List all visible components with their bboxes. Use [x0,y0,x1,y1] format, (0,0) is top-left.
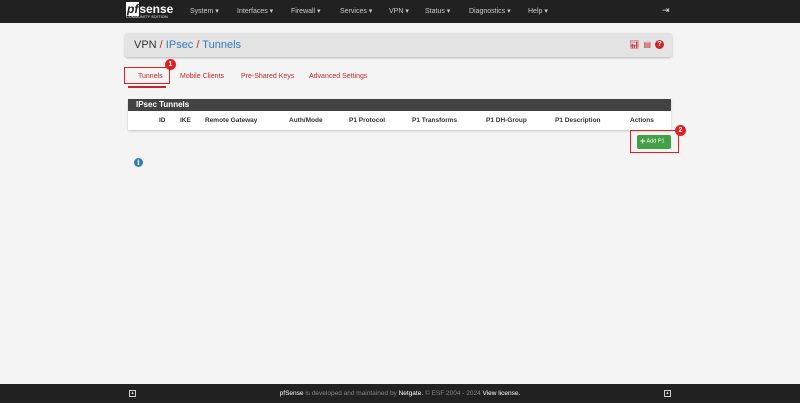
active-tab-underline [128,86,166,88]
col-remote-gateway: Remote Gateway [205,117,258,124]
top-navbar: pfsense COMMUNITY EDITION System ▾ Inter… [0,0,800,23]
breadcrumb: VPN / IPsec / Tunnels 📊︎ ▤ ? [125,33,672,57]
annotation-box-2 [630,130,679,153]
breadcrumb-vpn: VPN [134,39,157,51]
menu-help[interactable]: Help ▾ [528,7,548,15]
menu-firewall[interactable]: Firewall ▾ [291,7,321,15]
col-p1-protocol: P1 Protocol [349,117,386,124]
breadcrumb-tunnels[interactable]: Tunnels [202,39,241,51]
annotation-box-1 [124,67,170,84]
list-icon[interactable]: ▤ [643,40,651,49]
breadcrumb-ipsec[interactable]: IPsec [166,39,194,51]
col-p1-dh-group: P1 DH-Group [486,117,527,124]
col-auth-mode: Auth/Mode [289,117,323,124]
chart-icon[interactable]: 📊︎ [629,40,639,49]
menu-system[interactable]: System ▾ [190,7,219,15]
view-license-link[interactable]: View license. [483,390,521,397]
footer: ▴ pfSense is developed and maintained by… [0,384,800,403]
col-p1-description: P1 Description [555,117,601,124]
menu-services[interactable]: Services ▾ [340,7,372,15]
annotation-badge-2: 2 [675,125,686,136]
col-ike: IKE [180,117,191,124]
annotation-badge-1: 1 [165,59,176,70]
tab-advanced-settings[interactable]: Advanced Settings [309,73,367,80]
scroll-top-icon[interactable]: ▴ [129,390,136,397]
info-icon[interactable]: i [134,158,143,167]
netgate-link[interactable]: Netgate. [399,390,424,397]
menu-diagnostics[interactable]: Diagnostics ▾ [469,7,511,15]
col-p1-transforms: P1 Transforms [412,117,458,124]
scroll-top-icon-right[interactable]: ▴ [664,390,671,397]
menu-vpn[interactable]: VPN ▾ [389,7,409,15]
pfsense-logo[interactable]: pfsense COMMUNITY EDITION [126,2,173,20]
help-icon[interactable]: ? [655,40,664,49]
panel-title: IPsec Tunnels [128,99,671,111]
tab-pre-shared-keys[interactable]: Pre-Shared Keys [241,73,294,80]
menu-status[interactable]: Status ▾ [425,7,450,15]
sign-out-icon[interactable]: ⇥ [662,5,670,16]
ipsec-tunnels-panel: IPsec Tunnels ID IKE Remote Gateway Auth… [128,99,671,130]
col-id: ID [159,117,166,124]
menu-interfaces[interactable]: Interfaces ▾ [237,7,273,15]
col-actions: Actions [630,117,654,124]
tab-mobile-clients[interactable]: Mobile Clients [180,73,224,80]
